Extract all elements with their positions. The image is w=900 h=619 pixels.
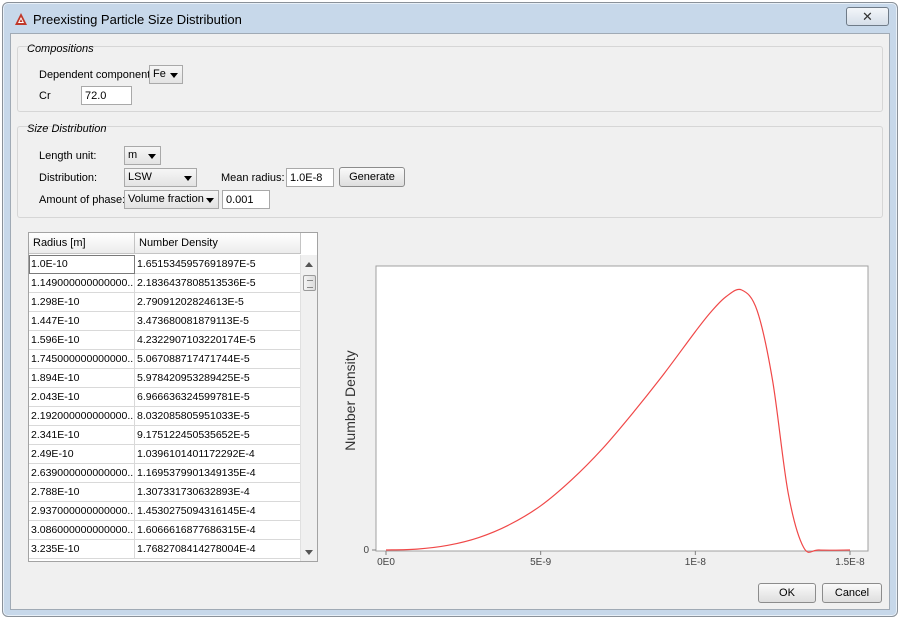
radius-cell[interactable]: 2.043E-10 <box>29 388 135 407</box>
radius-cell[interactable]: 2.192000000000000... <box>29 407 135 426</box>
distribution-value: LSW <box>128 171 152 183</box>
chart-svg: 0E05E-91E-81.5E-80Radius [m]Number Densi… <box>342 265 869 568</box>
y-tick-label: 0 <box>363 545 369 556</box>
table-row[interactable]: 3.086000000000000... 1.6066616877686315E-… <box>29 521 301 540</box>
table-row[interactable]: 1.149000000000000... 2.1836437808513536E-… <box>29 274 301 293</box>
table-row[interactable]: 2.639000000000000... 1.1695379901349135E-… <box>29 464 301 483</box>
distribution-table: Radius [m] Number Density 1.0E-10 1.65153… <box>28 232 318 562</box>
close-button[interactable]: ✕ <box>846 7 889 26</box>
generate-button[interactable]: Generate <box>339 167 405 187</box>
cr-amount-input[interactable] <box>81 86 132 105</box>
number-density-cell[interactable]: 3.473680081879113E-5 <box>135 312 301 331</box>
table-row[interactable]: 2.788E-10 1.307331730632893E-4 <box>29 483 301 502</box>
chevron-down-icon <box>148 154 156 159</box>
table-row[interactable]: 2.341E-10 9.175122450535652E-5 <box>29 426 301 445</box>
size-distribution-group-label: Size Distribution <box>27 123 107 135</box>
scroll-down-arrow-icon[interactable] <box>305 550 313 555</box>
mean-radius-label: Mean radius: <box>221 172 285 184</box>
x-tick-label: 0E0 <box>377 557 395 568</box>
radius-cell[interactable]: 1.745000000000000... <box>29 350 135 369</box>
title-bar: Preexisting Particle Size Distribution ✕ <box>3 3 897 33</box>
dialog-content: Compositions Dependent component: Fe Cr … <box>10 33 890 610</box>
radius-cell[interactable]: 2.788E-10 <box>29 483 135 502</box>
radius-cell[interactable]: 3.086000000000000... <box>29 521 135 540</box>
number-density-cell[interactable]: 1.7682708414278004E-4 <box>135 540 301 559</box>
table-row[interactable]: 1.894E-10 5.978420953289425E-5 <box>29 369 301 388</box>
number-density-cell[interactable]: 1.0396101401172292E-4 <box>135 445 301 464</box>
table-row[interactable]: 2.192000000000000... 8.032085805951033E-5 <box>29 407 301 426</box>
dependent-component-label: Dependent component: <box>39 69 154 81</box>
cr-label: Cr <box>39 90 51 102</box>
number-density-cell[interactable]: 1.307331730632893E-4 <box>135 483 301 502</box>
radius-cell[interactable]: 3.235E-10 <box>29 540 135 559</box>
cancel-button[interactable]: Cancel <box>822 583 882 603</box>
mean-radius-input[interactable] <box>286 168 334 187</box>
x-tick-label: 1E-8 <box>685 557 707 568</box>
amount-of-phase-label: Amount of phase: <box>39 194 126 206</box>
number-density-cell[interactable]: 5.978420953289425E-5 <box>135 369 301 388</box>
amount-type-select[interactable]: Volume fraction <box>124 190 219 209</box>
number-density-cell[interactable]: 1.6515345957691897E-5 <box>135 255 301 274</box>
radius-cell[interactable]: 1.298E-10 <box>29 293 135 312</box>
dependent-component-value: Fe <box>153 68 166 80</box>
radius-cell[interactable]: 2.49E-10 <box>29 445 135 464</box>
number-density-cell[interactable]: 8.032085805951033E-5 <box>135 407 301 426</box>
amount-value-input[interactable] <box>222 190 270 209</box>
table-body: 1.0E-10 1.6515345957691897E-5 1.1490000000… <box>29 255 301 559</box>
number-density-cell[interactable]: 4.2322907103220174E-5 <box>135 331 301 350</box>
amount-type-value: Volume fraction <box>128 193 204 205</box>
table-row[interactable]: 1.298E-10 2.79091202824613E-5 <box>29 293 301 312</box>
radius-cell[interactable]: 1.447E-10 <box>29 312 135 331</box>
number-density-cell[interactable]: 5.067088717471744E-5 <box>135 350 301 369</box>
radius-cell[interactable]: 1.149000000000000... <box>29 274 135 293</box>
dependent-component-select[interactable]: Fe <box>149 65 183 84</box>
table-row[interactable]: 1.0E-10 1.6515345957691897E-5 <box>29 255 301 274</box>
x-tick-label: 1.5E-8 <box>835 557 865 568</box>
chevron-down-icon <box>206 198 214 203</box>
dialog-window: Preexisting Particle Size Distribution ✕… <box>2 2 898 617</box>
number-density-cell[interactable]: 1.6066616877686315E-4 <box>135 521 301 540</box>
scrollbar-thumb[interactable] <box>303 275 316 291</box>
table-row[interactable]: 3.235E-10 1.7682708414278004E-4 <box>29 540 301 559</box>
number-density-cell[interactable]: 6.966636324599781E-5 <box>135 388 301 407</box>
table-row[interactable]: 2.49E-10 1.0396101401172292E-4 <box>29 445 301 464</box>
radius-cell[interactable]: 1.894E-10 <box>29 369 135 388</box>
plot-area <box>375 265 869 552</box>
distribution-select[interactable]: LSW <box>124 168 197 187</box>
x-tick-label: 5E-9 <box>530 557 552 568</box>
radius-cell[interactable]: 2.937000000000000... <box>29 502 135 521</box>
length-unit-label: Length unit: <box>39 150 97 162</box>
scroll-up-arrow-icon[interactable] <box>305 262 313 267</box>
compositions-group-label: Compositions <box>27 43 94 55</box>
length-unit-value: m <box>128 149 138 161</box>
radius-cell[interactable]: 1.0E-10 <box>29 255 135 274</box>
y-axis-label: Number Density <box>342 350 358 450</box>
table-scrollbar[interactable] <box>300 255 317 561</box>
chevron-down-icon <box>170 73 178 78</box>
app-triangle-icon <box>15 13 27 25</box>
number-density-cell[interactable]: 9.175122450535652E-5 <box>135 426 301 445</box>
chevron-down-icon <box>184 176 192 181</box>
table-row[interactable]: 2.043E-10 6.966636324599781E-5 <box>29 388 301 407</box>
table-row[interactable]: 2.937000000000000... 1.4530275094316145E-… <box>29 502 301 521</box>
column-header-number-density[interactable]: Number Density <box>135 233 301 254</box>
table-row[interactable]: 1.745000000000000... 5.067088717471744E-5 <box>29 350 301 369</box>
window-title: Preexisting Particle Size Distribution <box>33 12 242 27</box>
table-row[interactable]: 1.447E-10 3.473680081879113E-5 <box>29 312 301 331</box>
number-density-cell[interactable]: 1.1695379901349135E-4 <box>135 464 301 483</box>
radius-cell[interactable]: 2.639000000000000... <box>29 464 135 483</box>
number-density-cell[interactable]: 2.1836437808513536E-5 <box>135 274 301 293</box>
number-density-cell[interactable]: 1.4530275094316145E-4 <box>135 502 301 521</box>
column-header-radius[interactable]: Radius [m] <box>29 233 135 254</box>
radius-cell[interactable]: 1.596E-10 <box>29 331 135 350</box>
table-header: Radius [m] Number Density <box>29 233 301 254</box>
table-row[interactable]: 1.596E-10 4.2322907103220174E-5 <box>29 331 301 350</box>
distribution-chart: 0E05E-91E-81.5E-80Radius [m]Number Densi… <box>326 226 876 571</box>
ok-button[interactable]: OK <box>758 583 816 603</box>
radius-cell[interactable]: 2.341E-10 <box>29 426 135 445</box>
number-density-cell[interactable]: 2.79091202824613E-5 <box>135 293 301 312</box>
length-unit-select[interactable]: m <box>124 146 161 165</box>
distribution-label: Distribution: <box>39 172 98 184</box>
